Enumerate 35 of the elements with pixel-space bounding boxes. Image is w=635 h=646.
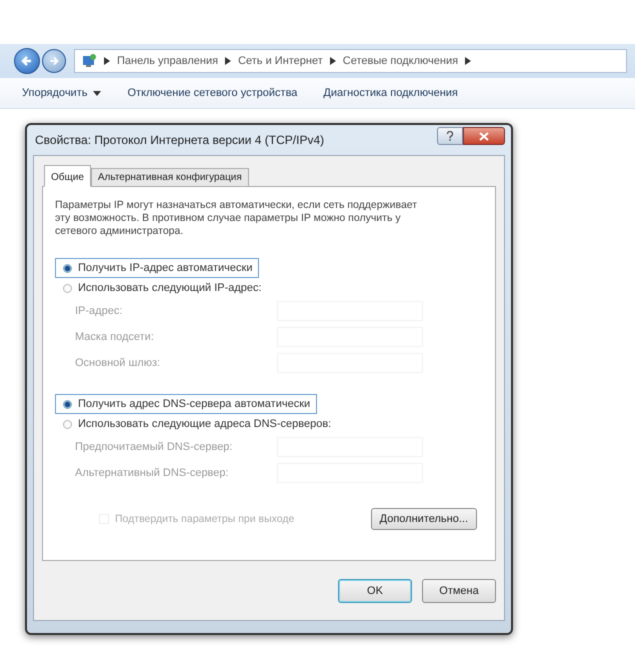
chevron-icon — [465, 57, 472, 65]
radio-option[interactable]: Использовать следующие адреса DNS-серверов: — [55, 414, 338, 434]
field-label: IP-адрес: — [75, 305, 122, 317]
breadcrumb-item[interactable]: Панель управления — [117, 55, 218, 67]
tab[interactable]: Альтернативная конфигурация — [90, 168, 249, 187]
close-button[interactable] — [463, 127, 505, 145]
breadcrumb-item[interactable]: Сетевые подключения — [342, 55, 458, 67]
radio-option[interactable]: Использовать следующий IP-адрес: — [55, 278, 269, 298]
back-button[interactable] — [14, 48, 40, 74]
toolbar-button[interactable]: Отключение сетевого устройства — [127, 85, 298, 101]
address-bar[interactable]: Панель управления Сеть и Интернет Сетевые подключения — [74, 49, 627, 73]
help-button[interactable] — [437, 127, 463, 145]
control-panel-icon — [81, 53, 97, 69]
forward-button[interactable] — [42, 49, 66, 73]
advanced-button[interactable]: Дополнительно... — [370, 508, 477, 530]
caret-icon — [93, 90, 102, 96]
field-label: Альтернативный DNS-сервер: — [75, 467, 229, 479]
field-label: Маска подсети: — [75, 331, 154, 343]
breadcrumb-item[interactable]: Сеть и Интернет — [238, 55, 323, 67]
dialog-button[interactable]: OK — [338, 579, 412, 603]
close-icon — [479, 132, 489, 140]
toolbar-button[interactable]: Упорядочить — [22, 85, 102, 101]
window-title: Свойства: Протокол Интернета версии 4 (TCP/IPv4) — [34, 133, 324, 147]
radio-option[interactable]: Получить адрес DNS-сервера автоматически — [55, 394, 318, 414]
tab[interactable]: Общие — [44, 165, 91, 187]
field-label: Предпочитаемый DNS-сервер: — [75, 441, 232, 453]
question-icon — [446, 131, 454, 141]
toolbar-button[interactable]: Диагностика подключения — [323, 85, 458, 101]
chevron-icon — [225, 57, 232, 65]
chevron-icon — [330, 57, 336, 65]
radio-option[interactable]: Получить IP-адрес автоматически — [55, 258, 260, 278]
field-label: Основной шлюз: — [75, 357, 160, 369]
chevron-icon — [104, 57, 110, 65]
dialog-button[interactable]: Отмена — [422, 579, 496, 603]
description-text: Параметры IP могут назначаться автоматически, если сеть поддерживает эту возможность. В противном случае параметры IP можно получить у сетевого администратора. — [55, 199, 418, 238]
